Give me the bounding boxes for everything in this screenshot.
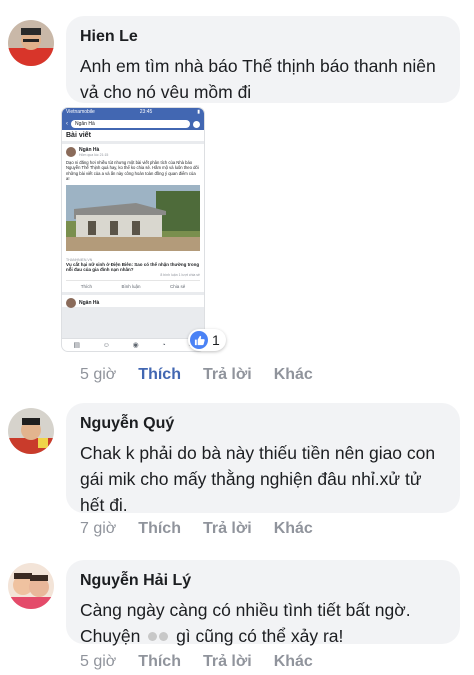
notifications-icon: ◔: [161, 341, 166, 349]
messenger-icon: [193, 120, 200, 128]
like-button[interactable]: Thích: [138, 653, 181, 671]
phone-post-body: Dạo ni đăng hơi nhiều tút nhưng một bài …: [66, 160, 199, 182]
comment-bubble: Nguyễn Hải Lý Càng ngày càng có nhiều tì…: [66, 560, 460, 646]
reaction-summary[interactable]: 1: [188, 329, 226, 351]
phone-section-title: Bài viết: [62, 130, 204, 141]
phone-post: Ngân Hà Hôm qua lúc 21:15 Dạo ni đăng hơ…: [62, 144, 204, 293]
battery-icon: ▮: [197, 109, 200, 115]
comment-author[interactable]: Nguyễn Hải Lý: [80, 572, 446, 590]
avatar[interactable]: [8, 563, 54, 609]
phone-post-header: Ngân Hà Hôm qua lúc 21:15: [66, 147, 200, 157]
more-button[interactable]: Khác: [274, 520, 313, 538]
avatar[interactable]: [8, 408, 54, 454]
more-button[interactable]: Khác: [274, 653, 313, 671]
comment-time[interactable]: 7 giờ: [80, 520, 116, 538]
comment-bubble: Nguyễn Quý Chak k phải do bà này thiếu t…: [66, 403, 460, 515]
phone-share-action: Chia sẻ: [169, 284, 186, 290]
phone-post-actions: Thích Bình luận Chia sẻ: [66, 280, 200, 289]
comment-bubble: Hien Le Anh em tìm nhà báo Thế thịnh báo…: [66, 16, 460, 103]
phone-post-meta: Hôm qua lúc 21:15: [79, 153, 109, 157]
shared-screenshot[interactable]: Vietnamobile 23:45 ▮ ‹ Ngân Hà Bài viết …: [62, 108, 204, 351]
reaction-pill: 1: [188, 329, 226, 351]
comment-text: Chak k phải do bà này thiếu tiền nên gia…: [80, 443, 436, 515]
comment-text: Anh em tìm nhà báo Thế thịnh báo thanh n…: [80, 56, 436, 102]
phone-search-input: Ngân Hà: [71, 120, 190, 128]
comment-time[interactable]: 5 giờ: [80, 653, 116, 671]
back-arrow-icon: ‹: [66, 121, 68, 127]
comment-text-part2: gì cũng có thể xảy ra!: [176, 626, 344, 646]
phone-status-bar: Vietnamobile 23:45 ▮: [62, 108, 204, 118]
phone-next-post-author: Ngân Hà: [79, 300, 100, 307]
reply-button[interactable]: Trả lời: [203, 520, 252, 538]
comment-actions: 5 giờ Thích Trả lời Khác: [80, 653, 335, 671]
comment-text: Càng ngày càng có nhiều tình tiết bất ng…: [80, 597, 446, 649]
comment-actions: 5 giờ Thích Trả lời Khác: [80, 366, 335, 384]
comment-time[interactable]: 5 giờ: [80, 366, 116, 384]
groups-icon: ◉: [132, 342, 139, 349]
like-reaction-icon: [190, 331, 208, 349]
reaction-count: 1: [212, 332, 220, 348]
phone-tab-bar: ▤ ☺ ◉ ◔ ≡: [62, 338, 204, 351]
phone-next-post: Ngân Hà: [62, 295, 204, 309]
more-button[interactable]: Khác: [274, 366, 313, 384]
phone-next-post-avatar: [66, 298, 76, 309]
phone-post-counts: 8 bình luận 1 lượt chia sẻ: [160, 273, 200, 278]
phone-post-avatar: [66, 147, 76, 157]
comment-actions: 7 giờ Thích Trả lời Khác: [80, 520, 335, 538]
avatar[interactable]: [8, 20, 54, 66]
phone-next-post-header: Ngân Hà: [66, 298, 200, 309]
hidden-emoji-icon: [145, 630, 171, 644]
phone-like-action: Thích: [80, 284, 92, 290]
reply-button[interactable]: Trả lời: [203, 653, 252, 671]
reply-button[interactable]: Trả lời: [203, 366, 252, 384]
like-button[interactable]: Thích: [138, 520, 181, 538]
friends-icon: ☺: [102, 341, 110, 349]
like-button[interactable]: Thích: [138, 366, 181, 384]
status-time: 23:45: [139, 109, 153, 115]
status-carrier: Vietnamobile: [66, 109, 95, 115]
phone-comment-action: Bình luận: [121, 284, 141, 290]
phone-link-title: Vụ cắt hại nữ sinh ở Điện Biên: Sao có t…: [66, 261, 200, 273]
comment-author[interactable]: Nguyễn Quý: [80, 415, 446, 433]
comment-author[interactable]: Hien Le: [80, 28, 446, 46]
news-feed-icon: ▤: [73, 342, 80, 349]
phone-post-photo: [66, 184, 200, 251]
phone-search-bar: ‹ Ngân Hà: [62, 118, 204, 130]
